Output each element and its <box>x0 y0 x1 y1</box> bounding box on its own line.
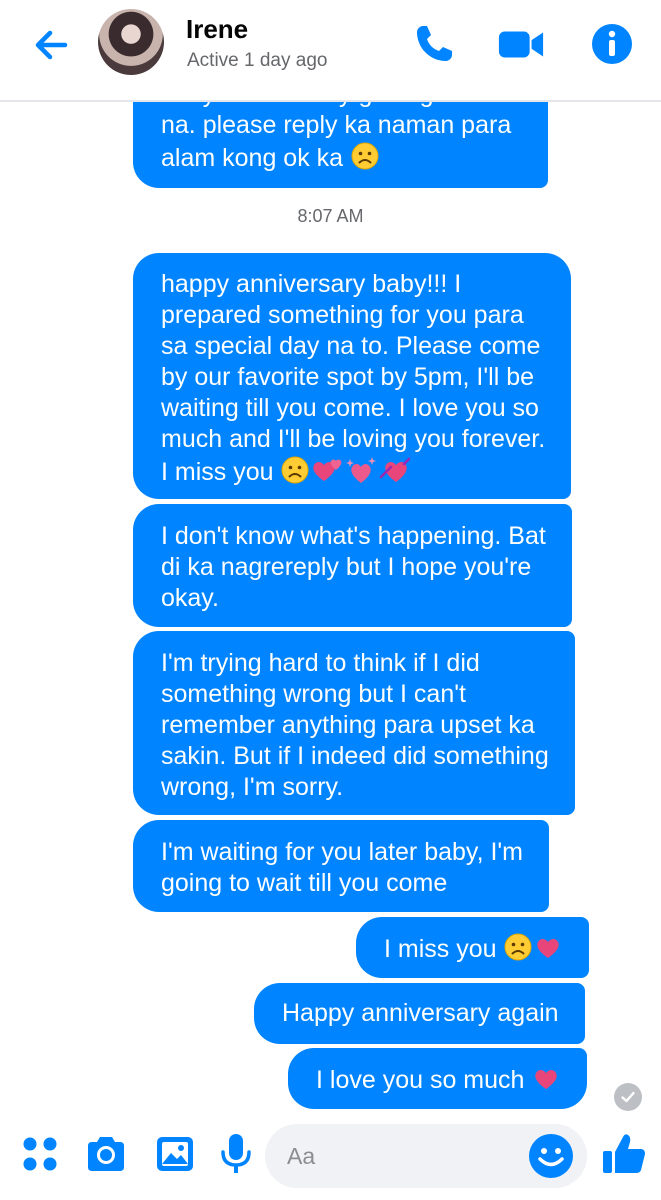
apps-grid-icon <box>23 1137 57 1171</box>
camera-icon <box>88 1137 124 1171</box>
message-list[interactable]: baby. I'm actually getting worried na. p… <box>0 102 661 1118</box>
back-button[interactable] <box>28 22 74 68</box>
info-button[interactable] <box>588 20 636 68</box>
message-bubble[interactable]: I'm waiting for you later baby, I'm goin… <box>133 820 549 912</box>
message-text: I love you so much <box>316 1066 532 1094</box>
back-arrow-icon <box>35 30 68 60</box>
phone-icon <box>417 26 452 61</box>
message-text: Happy anniversary again <box>282 999 559 1027</box>
two-hearts-emoji <box>313 459 342 481</box>
conversation-header: Irene Active 1 day ago <box>0 0 661 102</box>
like-button[interactable] <box>600 1130 648 1178</box>
sad-face-emoji <box>351 142 379 170</box>
message-composer <box>0 1118 661 1200</box>
message-bubble[interactable]: happy anniversary baby!!! I prepared som… <box>133 253 572 499</box>
message-text: I'm waiting for you later baby, I'm goin… <box>161 838 523 897</box>
message-bubble[interactable]: I'm trying hard to think if I did someth… <box>133 631 575 815</box>
gallery-icon <box>157 1137 193 1171</box>
heart-emoji <box>535 1070 558 1089</box>
message-timestamp: 8:07 AM <box>297 206 364 226</box>
heart-emoji <box>537 939 560 958</box>
message-text: baby. I'm actually getting worried na. p… <box>161 102 522 172</box>
emoji-button[interactable] <box>527 1132 575 1180</box>
seen-check-icon <box>614 1083 642 1111</box>
message-bubble[interactable]: baby. I'm actually getting worried na. p… <box>133 102 549 188</box>
message-bubble[interactable]: I don't know what's happening. Bat di ka… <box>133 504 572 627</box>
message-text: I'm trying hard to think if I did someth… <box>161 649 549 801</box>
audio-call-button[interactable] <box>410 20 458 68</box>
message-text: I miss you <box>384 935 504 963</box>
avatar[interactable] <box>98 9 164 75</box>
thumbs-up-icon <box>603 1134 645 1173</box>
info-icon <box>592 24 632 64</box>
sad-face-emoji <box>281 456 309 484</box>
camera-button[interactable] <box>84 1132 128 1176</box>
contact-name[interactable]: Irene <box>186 14 248 45</box>
more-actions-button[interactable] <box>18 1132 62 1176</box>
message-text: happy anniversary baby!!! I prepared som… <box>161 270 546 486</box>
message-bubble[interactable]: I miss you <box>356 917 590 978</box>
sad-face-emoji <box>504 933 532 961</box>
video-camera-icon <box>498 31 544 58</box>
microphone-icon <box>221 1134 251 1173</box>
heart-with-ribbon-emoji <box>380 457 411 482</box>
message-bubble[interactable]: Happy anniversary again <box>254 983 585 1044</box>
message-bubble[interactable]: I love you so much <box>288 1048 588 1109</box>
smiley-icon <box>529 1134 573 1178</box>
video-call-button[interactable] <box>497 20 545 68</box>
sparkling-hearts-emoji <box>346 457 377 483</box>
message-text: I don't know what's happening. Bat di ka… <box>161 522 546 612</box>
gallery-button[interactable] <box>153 1132 197 1176</box>
active-status: Active 1 day ago <box>187 50 328 71</box>
voice-message-button[interactable] <box>214 1132 258 1176</box>
